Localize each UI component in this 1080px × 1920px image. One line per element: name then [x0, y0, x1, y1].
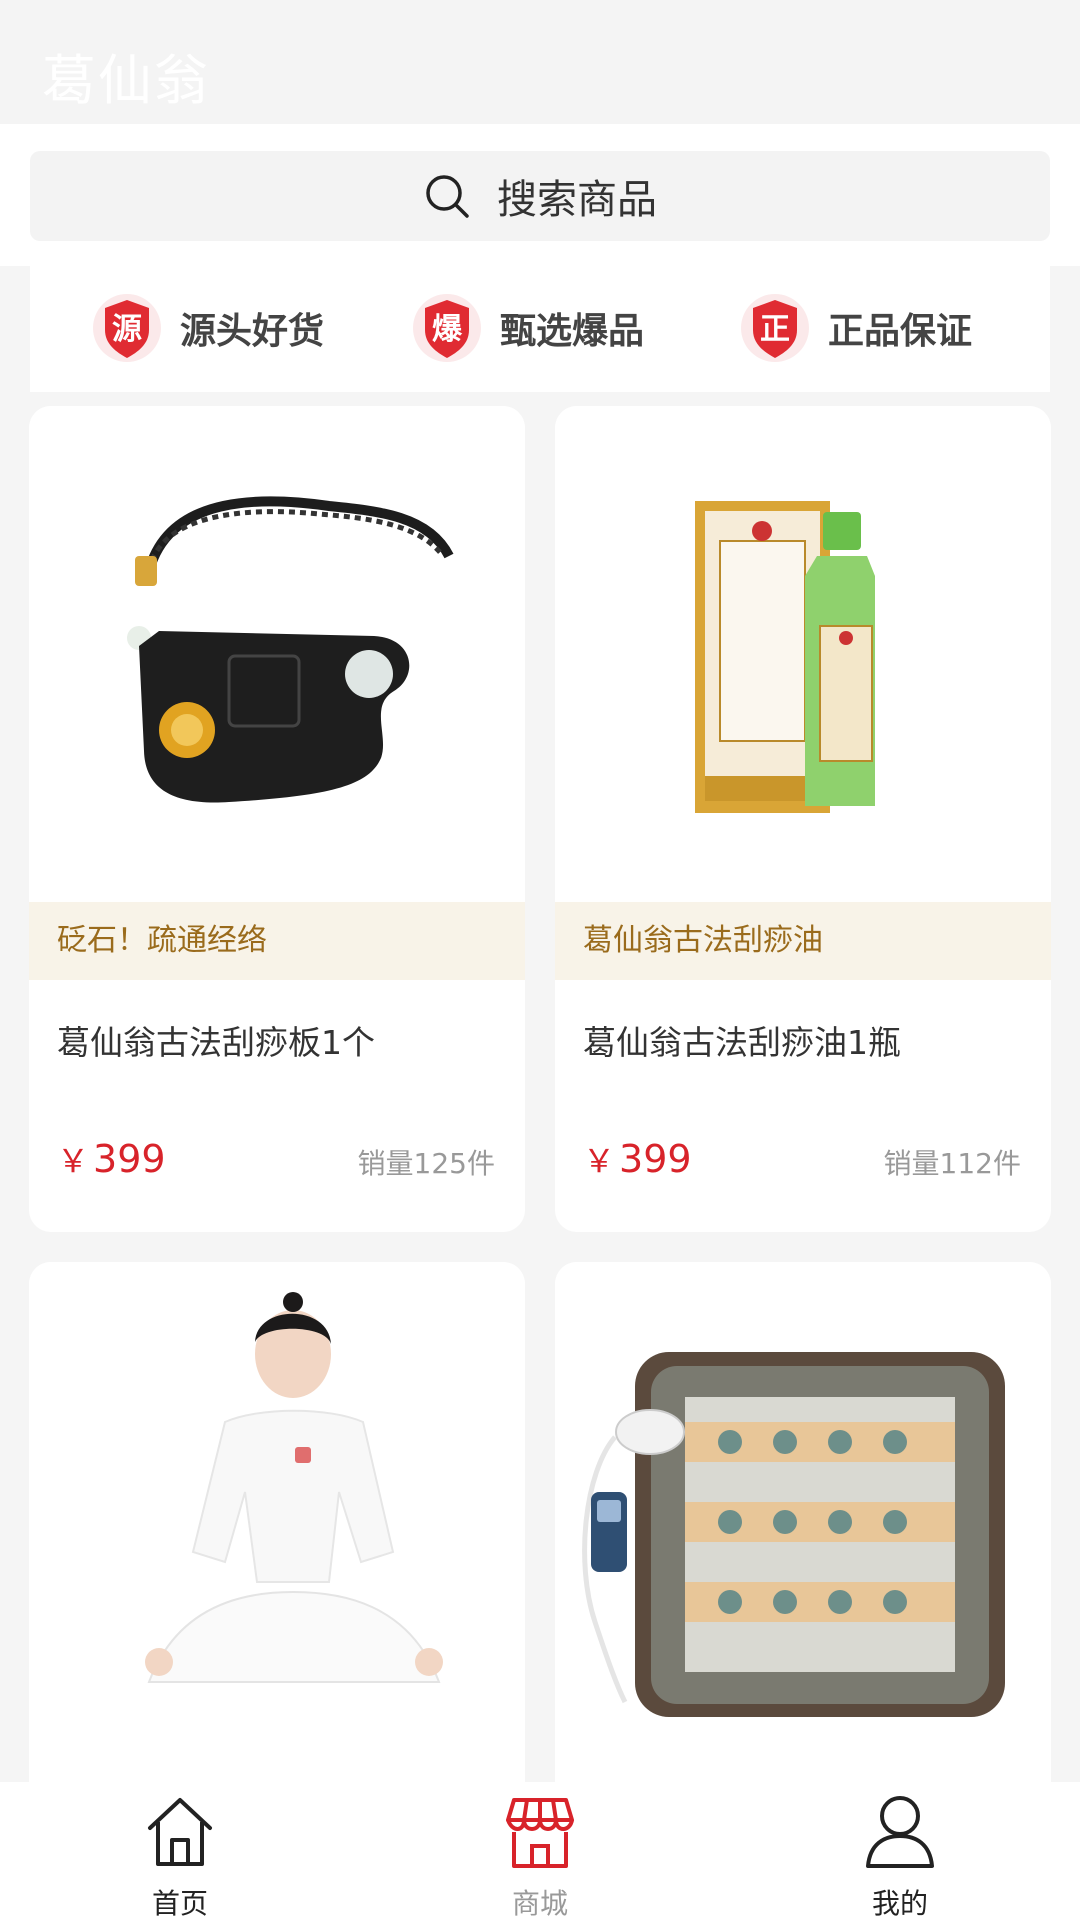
shop-icon: [506, 1798, 574, 1868]
search-icon: [426, 175, 469, 218]
product-sales: 销量112件: [883, 1147, 1021, 1180]
product-tag: 砭石！疏通经络: [29, 902, 525, 980]
genuine-badge-icon: 正: [740, 288, 810, 368]
feature-label: 源头好货: [180, 311, 325, 352]
tab-label: 商城: [511, 1887, 568, 1920]
product-card[interactable]: 葛仙翁古法刮痧油 葛仙翁古法刮痧油1瓶 ￥ 399 销量112件: [555, 406, 1051, 1232]
product-card[interactable]: 砭石！疏通经络 葛仙翁古法刮痧板1个 ￥ 399 销量125件: [29, 406, 525, 1232]
feature-source-goods: 源 源头好货: [92, 288, 324, 368]
top-bar: 葛仙翁: [0, 0, 1080, 124]
home-icon: [148, 1798, 212, 1866]
product-sales: 销量125件: [357, 1147, 495, 1180]
product-title: 葛仙翁古法刮痧油1瓶: [583, 1023, 901, 1062]
tab-label: 我的: [871, 1887, 928, 1920]
user-icon: [866, 1796, 934, 1868]
feature-hot-picks: 爆 甄选爆品: [412, 288, 644, 368]
source-badge-icon: 源: [92, 288, 162, 368]
tab-home[interactable]: 首页: [0, 1782, 360, 1920]
product-price: ￥ 399: [57, 1137, 166, 1181]
gua-sha-oil-image: [555, 406, 1051, 902]
tab-shop[interactable]: 商城: [360, 1782, 720, 1920]
meditation-person-image: [29, 1262, 525, 1758]
tab-mine[interactable]: 我的: [720, 1782, 1080, 1920]
product-title: 葛仙翁古法刮痧板1个: [57, 1023, 375, 1062]
product-card[interactable]: [29, 1262, 525, 1862]
tab-label: 首页: [151, 1887, 208, 1920]
bottom-tab-bar: 首页 商城 我的: [0, 1782, 1080, 1920]
feature-label: 正品保证: [828, 311, 973, 352]
search-section: 搜索商品: [0, 124, 1080, 266]
product-tag: 葛仙翁古法刮痧油: [555, 902, 1051, 980]
gua-sha-board-image: [29, 406, 525, 902]
feature-label: 甄选爆品: [500, 311, 645, 352]
product-price: ￥ 399: [583, 1137, 692, 1181]
product-card[interactable]: [555, 1262, 1051, 1862]
feature-strip: 源 源头好货 爆 甄选爆品 正 正品保证: [30, 266, 1050, 392]
search-input[interactable]: 搜索商品: [30, 151, 1050, 241]
search-placeholder: 搜索商品: [497, 177, 657, 223]
hot-badge-icon: 爆: [412, 288, 482, 368]
heating-stone-mat-image: [555, 1262, 1051, 1758]
app-title: 葛仙翁: [42, 49, 210, 112]
feature-genuine-guarantee: 正 正品保证: [740, 288, 972, 368]
